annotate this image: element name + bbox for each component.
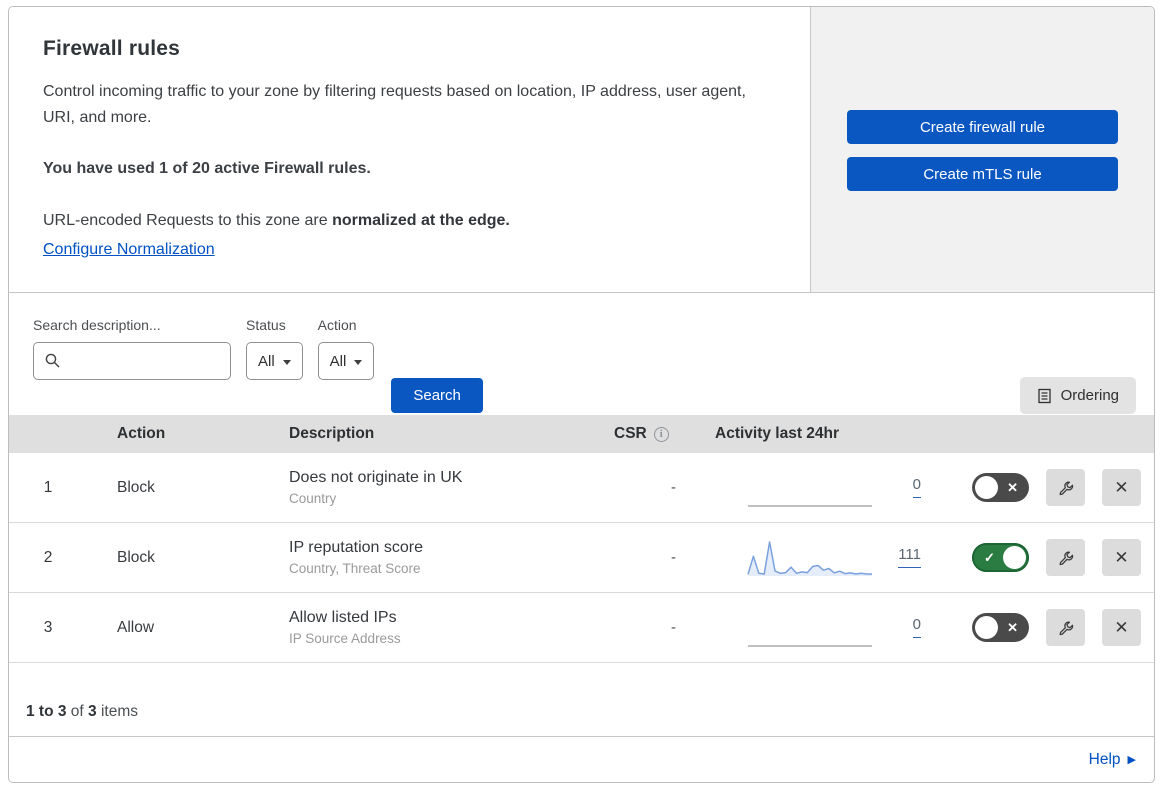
status-filter-label: Status <box>246 317 286 333</box>
rule-priority: 2 <box>43 548 53 566</box>
normalization-bold-text: normalized at the edge. <box>332 211 510 229</box>
edit-rule-button[interactable] <box>1046 469 1085 506</box>
summary-of: of <box>66 703 89 720</box>
ordering-button-label: Ordering <box>1060 387 1119 404</box>
edit-rule-button[interactable] <box>1046 539 1085 576</box>
pagination-summary: 1 to 3 of 3 items <box>9 663 1154 737</box>
search-label: Search description... <box>33 317 161 333</box>
rule-description: IP reputation score <box>289 539 424 556</box>
close-icon: ✕ <box>1114 617 1129 637</box>
column-action: Action <box>117 425 166 442</box>
info-icon[interactable]: i <box>653 426 669 442</box>
create-firewall-rule-button[interactable]: Create firewall rule <box>847 110 1118 144</box>
help-link[interactable]: Help ▶ <box>1089 751 1136 769</box>
summary-range: 1 to 3 <box>26 703 67 720</box>
rule-action: Block <box>117 548 155 566</box>
rule-priority: 3 <box>43 618 53 636</box>
list-document-icon <box>1037 388 1051 403</box>
toggle-knob <box>1003 546 1026 569</box>
column-description: Description <box>289 425 375 442</box>
rule-action: Block <box>117 478 155 496</box>
search-button[interactable]: Search <box>391 378 483 413</box>
rule-enabled-toggle[interactable]: ✓ ✕ <box>972 613 1029 642</box>
check-icon: ✓ <box>984 550 995 565</box>
chevron-down-icon <box>354 359 363 365</box>
table-row: 3 Allow Allow listed IPs IP Source Addre… <box>9 593 1154 663</box>
arrow-right-icon: ▶ <box>1127 754 1136 766</box>
delete-rule-button[interactable]: ✕ <box>1102 539 1141 576</box>
chevron-down-icon <box>282 359 291 365</box>
toggle-knob <box>975 476 998 499</box>
wrench-icon <box>1059 551 1073 565</box>
firewall-rules-card: Firewall rules Control incoming traffic … <box>8 6 1155 783</box>
edit-rule-button[interactable] <box>1046 609 1085 646</box>
rule-csr-value: - <box>671 549 676 566</box>
close-icon: ✕ <box>1114 547 1129 567</box>
status-filter-value: All <box>258 352 275 370</box>
rule-enabled-toggle[interactable]: ✓ ✕ <box>972 473 1029 502</box>
filter-bar: Search description... Status All Action … <box>9 293 1154 415</box>
header-section: Firewall rules Control incoming traffic … <box>9 7 1154 293</box>
action-filter-value: All <box>329 352 347 370</box>
action-filter-dropdown[interactable]: All <box>317 342 375 380</box>
table-row: 2 Block IP reputation score Country, Thr… <box>9 523 1154 593</box>
page-title: Firewall rules <box>43 37 181 60</box>
rule-description: Does not originate in UK <box>289 469 463 486</box>
normalization-text: URL-encoded Requests to this zone are <box>43 211 333 229</box>
delete-rule-button[interactable]: ✕ <box>1102 609 1141 646</box>
table-header: Action Description CSR i Activity last 2… <box>9 415 1154 453</box>
activity-count-link[interactable]: 0 <box>912 617 921 638</box>
status-filter-dropdown[interactable]: All <box>246 342 303 380</box>
table-row: 1 Block Does not originate in UK Country… <box>9 453 1154 523</box>
rule-csr-value: - <box>671 479 676 496</box>
action-filter-label: Action <box>317 317 357 333</box>
ordering-button[interactable]: Ordering <box>1019 377 1136 414</box>
rule-priority: 1 <box>43 478 53 496</box>
search-icon <box>45 353 60 368</box>
wrench-icon <box>1059 621 1073 635</box>
rule-action: Allow <box>117 618 155 636</box>
rule-activity: 111 <box>709 536 939 580</box>
create-mtls-rule-button[interactable]: Create mTLS rule <box>847 157 1118 191</box>
usage-summary: You have used 1 of 20 active Firewall ru… <box>43 159 371 177</box>
rule-activity: 0 <box>709 606 939 650</box>
activity-count-link[interactable]: 0 <box>912 477 921 498</box>
column-csr: CSR i <box>614 425 709 443</box>
x-icon: ✕ <box>1007 480 1018 495</box>
rule-description: Allow listed IPs <box>289 609 397 626</box>
activity-count-link[interactable]: 111 <box>898 547 921 568</box>
actions-panel: Create firewall rule Create mTLS rule <box>811 7 1154 292</box>
help-row: Help ▶ <box>9 737 1154 782</box>
toggle-knob <box>975 616 998 639</box>
rule-fields: Country, Threat Score <box>289 561 421 576</box>
summary-items: items <box>96 703 138 720</box>
configure-normalization-link[interactable]: Configure Normalization <box>43 241 215 259</box>
x-icon: ✕ <box>1007 620 1018 635</box>
rule-fields: Country <box>289 491 337 506</box>
search-input[interactable] <box>33 342 231 380</box>
rule-csr-value: - <box>671 619 676 636</box>
activity-sparkline <box>748 644 872 647</box>
summary-total: 3 <box>88 703 97 720</box>
rule-activity: 0 <box>709 466 939 510</box>
close-icon: ✕ <box>1114 477 1129 497</box>
wrench-icon <box>1059 481 1073 495</box>
column-activity: Activity last 24hr <box>715 425 840 442</box>
intro-panel: Firewall rules Control incoming traffic … <box>9 7 811 292</box>
activity-sparkline <box>748 504 872 507</box>
delete-rule-button[interactable]: ✕ <box>1102 469 1141 506</box>
activity-sparkline <box>747 540 872 576</box>
rule-fields: IP Source Address <box>289 631 401 646</box>
help-link-label: Help <box>1088 750 1121 768</box>
column-csr-label: CSR <box>614 425 647 442</box>
normalization-note: URL-encoded Requests to this zone are no… <box>43 208 750 234</box>
rule-enabled-toggle[interactable]: ✓ ✕ <box>972 543 1029 572</box>
page-description: Control incoming traffic to your zone by… <box>43 83 746 126</box>
